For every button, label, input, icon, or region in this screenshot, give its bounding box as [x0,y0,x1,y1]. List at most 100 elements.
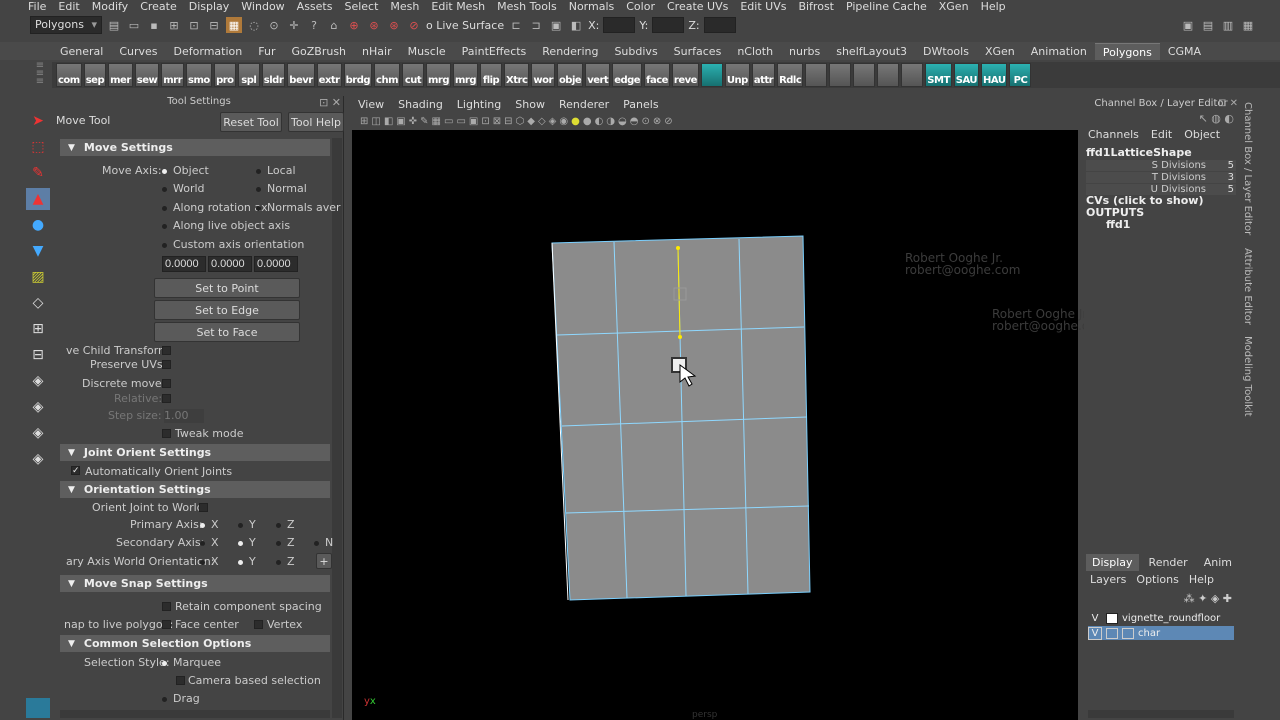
menu-file[interactable]: File [28,0,46,12]
viewport-menu-shading[interactable]: Shading [398,98,443,111]
shelf-button-attr[interactable]: attr [751,63,776,87]
custom-axis-x-field[interactable] [162,256,206,272]
xray-icon[interactable]: ◈ [549,116,557,127]
axis-normal-radio[interactable]: Normal [256,182,307,195]
shelf-button-smo[interactable]: smo [186,63,212,87]
tab-display[interactable]: Display [1086,554,1139,571]
shelf-button-sep[interactable]: sep [83,63,107,87]
preserve-uvs-checkbox[interactable] [162,360,171,369]
save-scene-icon[interactable]: ▪ [146,17,162,33]
image-plane-icon[interactable]: ▣ [396,116,405,127]
history-icon[interactable]: ⊕ [346,17,362,33]
vertex-checkbox[interactable] [254,620,263,629]
custom-axis-z-field[interactable] [254,256,298,272]
move-tool-icon[interactable]: ▲ [26,188,50,210]
layout-four-icon[interactable]: ▤ [1200,17,1216,33]
options-menu[interactable]: Options [1136,573,1178,586]
axis-custom-radio[interactable]: Custom axis orientation [162,238,304,251]
move-settings-header[interactable]: ▼ Move Settings [60,139,330,156]
shelf-button-mrr[interactable]: mrr [161,63,185,87]
xray-active-icon[interactable]: ⊗ [653,116,661,127]
close-icon[interactable]: ⊡ ✕ [319,96,341,109]
shelf-button-mrg[interactable]: mrg [426,63,452,87]
viewport-menu-view[interactable]: View [358,98,384,111]
viewport-persp[interactable]: Robert Ooghe Jr. robert@ooghe.com Robert … [352,130,1107,720]
layout-three-icon[interactable]: ◈ [26,396,50,418]
orient-joint-world-checkbox[interactable] [199,503,208,512]
shelf-button-rdlc[interactable]: Rdlc [777,63,804,87]
relative-checkbox[interactable] [162,394,171,403]
shelf-button-pc[interactable]: PC [1009,63,1032,87]
axis-normals-average-radio[interactable]: Normals aver [256,201,341,214]
shelf-tab-muscle[interactable]: Muscle [400,43,454,60]
film-gate-icon[interactable]: ▭ [444,116,453,127]
menu-mesh-tools[interactable]: Mesh Tools [497,0,557,12]
shelf-button-hau[interactable]: HAU [981,63,1008,87]
custom-axis-y-field[interactable] [208,256,252,272]
channel-menu-edit[interactable]: Edit [1151,128,1172,141]
shelf-button-cut[interactable]: cut [402,63,424,87]
layout-four-pane-icon[interactable]: ◈ [26,422,50,444]
snap-surface-icon[interactable]: ? [306,17,322,33]
snap-curve-icon[interactable]: ◌ [246,17,262,33]
menu-modify[interactable]: Modify [92,0,128,12]
shelf-tab-dwtools[interactable]: DWtools [915,43,977,60]
shelf-image-button[interactable] [901,63,924,87]
shelf-tab-curves[interactable]: Curves [111,43,165,60]
world-z-radio[interactable]: Z [276,555,295,568]
primary-z-radio[interactable]: Z [276,518,295,531]
menu-edit[interactable]: Edit [58,0,79,12]
shelf-button-sau[interactable]: SAU [953,63,980,87]
render-icon[interactable]: ⊛ [366,17,382,33]
shelf-button-flip[interactable]: flip [480,63,503,87]
layout-single-icon[interactable]: ▣ [1180,17,1196,33]
tab-render[interactable]: Render [1143,554,1194,571]
shelf-tab-subdivs[interactable]: Subdivs [606,43,665,60]
menu-edit-mesh[interactable]: Edit Mesh [431,0,485,12]
drag-radio[interactable]: Drag [162,692,200,705]
scale-tool-icon[interactable]: ▼ [26,240,50,262]
select-tool-icon[interactable]: ➤ [26,110,50,132]
menu-color[interactable]: Color [626,0,655,12]
channel-menu-object[interactable]: Object [1184,128,1220,141]
shelf-button-mer[interactable]: mer [108,63,133,87]
shelf-tab-painteffects[interactable]: PaintEffects [454,43,535,60]
channel-box-options-icon[interactable]: ↖ ◍ ◐ [1199,112,1234,125]
wireframe-icon[interactable]: ⬡ [516,116,525,127]
gate-mask-icon[interactable]: ▣ [469,116,478,127]
shelf-image-button[interactable] [853,63,876,87]
help-menu[interactable]: Help [1189,573,1214,586]
shelf-tab-cgma[interactable]: CGMA [1160,43,1209,60]
side-tab-channel-box[interactable]: Channel Box / Layer Editor [1242,102,1253,235]
multisample-icon[interactable]: ◒ [618,116,627,127]
secondary-n-radio[interactable]: N [314,536,333,549]
shelf-tab-fur[interactable]: Fur [250,43,283,60]
safe-action-icon[interactable]: ⊠ [493,116,501,127]
shelf-tab-polygons[interactable]: Polygons [1094,43,1160,60]
shelf-image-button[interactable] [877,63,900,87]
retain-spacing-checkbox[interactable] [162,602,171,611]
preserve-child-checkbox[interactable] [162,346,171,355]
last-tool-icon[interactable]: ▨ [26,266,50,288]
field-chart-icon[interactable]: ⊡ [481,116,489,127]
bookmark-icon[interactable]: ◧ [384,116,393,127]
secondary-z-radio[interactable]: Z [276,536,295,549]
select-hierarchy-icon[interactable]: ⊞ [166,17,182,33]
channel-menu-channels[interactable]: Channels [1088,128,1139,141]
resolution-gate-icon[interactable]: ▭ [456,116,465,127]
axis-local-radio[interactable]: Local [256,164,296,177]
tab-anim[interactable]: Anim [1198,554,1238,571]
world-y-radio[interactable]: Y [238,555,256,568]
lattice-mesh[interactable] [352,130,1078,720]
shelf-button-wor[interactable]: wor [531,63,555,87]
layout-side-icon[interactable]: ▥ [1220,17,1236,33]
shelf-button-extr[interactable]: extr [316,63,342,87]
shelf-button-brdg[interactable]: brdg [343,63,373,87]
reset-tool-button[interactable]: Reset Tool [220,112,282,132]
step-size-field[interactable]: 1.00 [164,409,204,423]
shelf-button-edge[interactable]: edge [612,63,643,87]
input-mode-icon[interactable]: ⊐ [528,17,544,33]
shelf-tab-surfaces[interactable]: Surfaces [666,43,730,60]
world-x-radio[interactable]: X [200,555,219,568]
shelf-tab-nurbs[interactable]: nurbs [781,43,828,60]
